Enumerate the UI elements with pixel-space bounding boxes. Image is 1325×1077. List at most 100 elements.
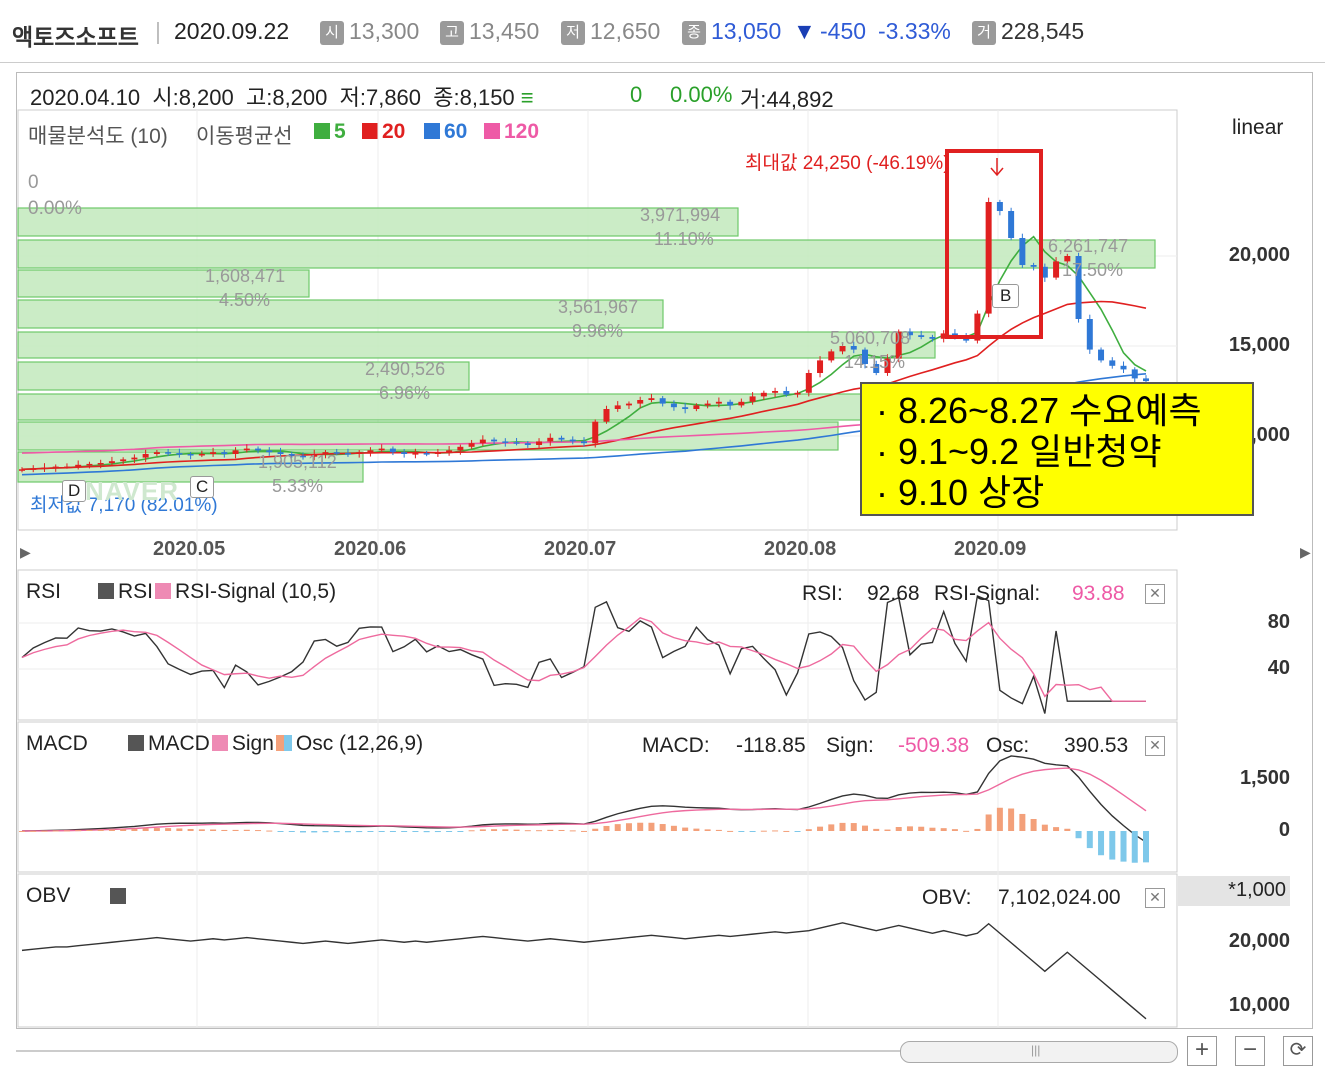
- macd-osc-bar: [412, 831, 419, 833]
- candle-body: [75, 464, 82, 467]
- volume-profile-pct: 4.50%: [219, 290, 271, 310]
- candle-body: [569, 439, 576, 442]
- macd-osc-bar: [1086, 831, 1093, 849]
- candle-body: [344, 453, 351, 455]
- obv-line: [21, 922, 1147, 1020]
- price-y-tick: 20,000: [1228, 244, 1290, 266]
- macd-osc-bar: [906, 826, 913, 831]
- obv-title: OBV: [26, 884, 71, 907]
- macd-osc-bar: [120, 829, 127, 831]
- candle-body: [243, 448, 250, 451]
- macd-osc-bar: [187, 828, 194, 831]
- macd-osc-bar: [862, 825, 868, 831]
- candle-body: [255, 448, 262, 451]
- macd-signal-line: [21, 767, 1147, 832]
- macd-osc-bar: [974, 828, 981, 831]
- obv-close-icon[interactable]: ✕: [1145, 888, 1165, 908]
- volume-profile-volume: 1,905,112: [258, 452, 337, 472]
- marker-c[interactable]: C: [190, 476, 215, 498]
- macd-osc-bar: [884, 829, 891, 831]
- macd-osc-bar: [243, 829, 250, 831]
- macd-sign-label: Sign:: [826, 734, 874, 757]
- macd-osc-bar: [75, 830, 82, 832]
- macd-close-icon[interactable]: ✕: [1145, 736, 1165, 756]
- ipo-schedule-annotation: · 8.26~8.27 수요예측 · 9.1~9.2 일반청약 · 9.10 상…: [860, 382, 1254, 516]
- candle-body: [131, 457, 138, 460]
- candle-body: [165, 452, 172, 454]
- macd-osc-bar: [648, 822, 655, 831]
- macd-osc-bar: [783, 830, 790, 832]
- candle-body: [479, 439, 486, 444]
- macd-osc-bar: [1030, 818, 1037, 831]
- macd-osc-bar: [176, 828, 183, 831]
- marker-b[interactable]: B: [992, 284, 1020, 308]
- reset-icon[interactable]: ⟳: [1283, 1036, 1313, 1066]
- macd-osc-bar: [772, 830, 779, 832]
- macd-osc-bar: [536, 830, 543, 832]
- macd-osc-bar: [1109, 831, 1116, 860]
- candle-body: [1120, 365, 1127, 370]
- macd-osc-bar: [873, 828, 880, 831]
- volume-profile-volume: 3,561,967: [558, 297, 639, 317]
- timeline-scroll-thumb[interactable]: |||: [900, 1041, 1178, 1063]
- macd-osc-bar: [401, 831, 408, 832]
- candle-body: [648, 398, 655, 400]
- macd-osc-bar: [468, 830, 475, 832]
- macd-osc-bar: [97, 829, 104, 831]
- macd-y-tick: 0: [1278, 819, 1290, 841]
- macd-swatch: [128, 735, 144, 751]
- macd-osc-bar: [491, 829, 498, 831]
- candle-body: [682, 407, 689, 409]
- obv-y-tick: 10,000: [1228, 994, 1290, 1016]
- grip-icon: |||: [1031, 1043, 1041, 1057]
- candle-body: [951, 333, 958, 336]
- macd-osc-bar: [300, 831, 306, 833]
- macd-osc-bar: [311, 831, 318, 833]
- volume-profile-pct: 5.33%: [272, 476, 324, 496]
- macd-osc-bar: [255, 830, 262, 832]
- candle-body: [536, 441, 543, 445]
- rsi-signal-value: 93.88: [1072, 582, 1125, 605]
- macd-signal-swatch: [211, 735, 228, 751]
- x-tick: 2020.07: [544, 538, 617, 560]
- rsi-line: [21, 594, 1146, 714]
- rsi-legend[interactable]: RSI RSI-Signal (10,5): [98, 580, 336, 604]
- macd-osc-bar: [52, 830, 59, 832]
- macd-legend-label: MACD: [148, 732, 210, 755]
- candle-body: [221, 452, 228, 454]
- macd-osc-bar: [153, 828, 160, 831]
- macd-osc-bar: [1098, 831, 1105, 856]
- rsi-value: 92.68: [867, 582, 920, 605]
- scroll-right-icon[interactable]: ▶: [1300, 544, 1311, 561]
- obv-multiplier: *1,000: [1178, 876, 1290, 906]
- rsi-legend-label: RSI: [118, 580, 154, 603]
- zoom-in-button[interactable]: +: [1187, 1036, 1217, 1066]
- rsi-label: RSI:: [802, 582, 843, 605]
- zoom-out-button[interactable]: −: [1235, 1036, 1265, 1066]
- candle-body: [434, 452, 441, 454]
- volume-profile-band: [17, 207, 739, 237]
- macd-legend[interactable]: MACD Sign Osc (12,26,9): [128, 732, 423, 756]
- macd-osc-bar: [760, 830, 767, 832]
- macd-osc-bar: [1120, 831, 1127, 862]
- obv-label: OBV:: [922, 886, 972, 909]
- x-tick: 2020.05: [153, 538, 226, 560]
- macd-osc-bar: [895, 827, 902, 831]
- volume-profile-volume: 6,261,747: [1048, 236, 1129, 256]
- annotation-line-2: · 9.1~9.2 일반청약: [876, 431, 1162, 472]
- macd-osc-bar: [446, 831, 453, 832]
- marker-d[interactable]: D: [62, 480, 87, 502]
- candle-body: [120, 459, 127, 462]
- candle-body: [558, 437, 565, 440]
- obv-y-tick: 20,000: [1228, 930, 1290, 952]
- scroll-left-icon[interactable]: ▶: [20, 544, 31, 561]
- candle-body: [513, 442, 520, 444]
- volume-profile-volume: 3,971,994: [640, 205, 721, 225]
- candle-body: [142, 454, 149, 458]
- macd-osc-bar: [963, 830, 970, 832]
- candle-body: [108, 461, 115, 463]
- candle-body: [389, 448, 396, 453]
- macd-osc-bar: [344, 831, 351, 833]
- rsi-close-icon[interactable]: ✕: [1145, 584, 1165, 604]
- volume-profile-volume: 2,490,526: [365, 359, 446, 379]
